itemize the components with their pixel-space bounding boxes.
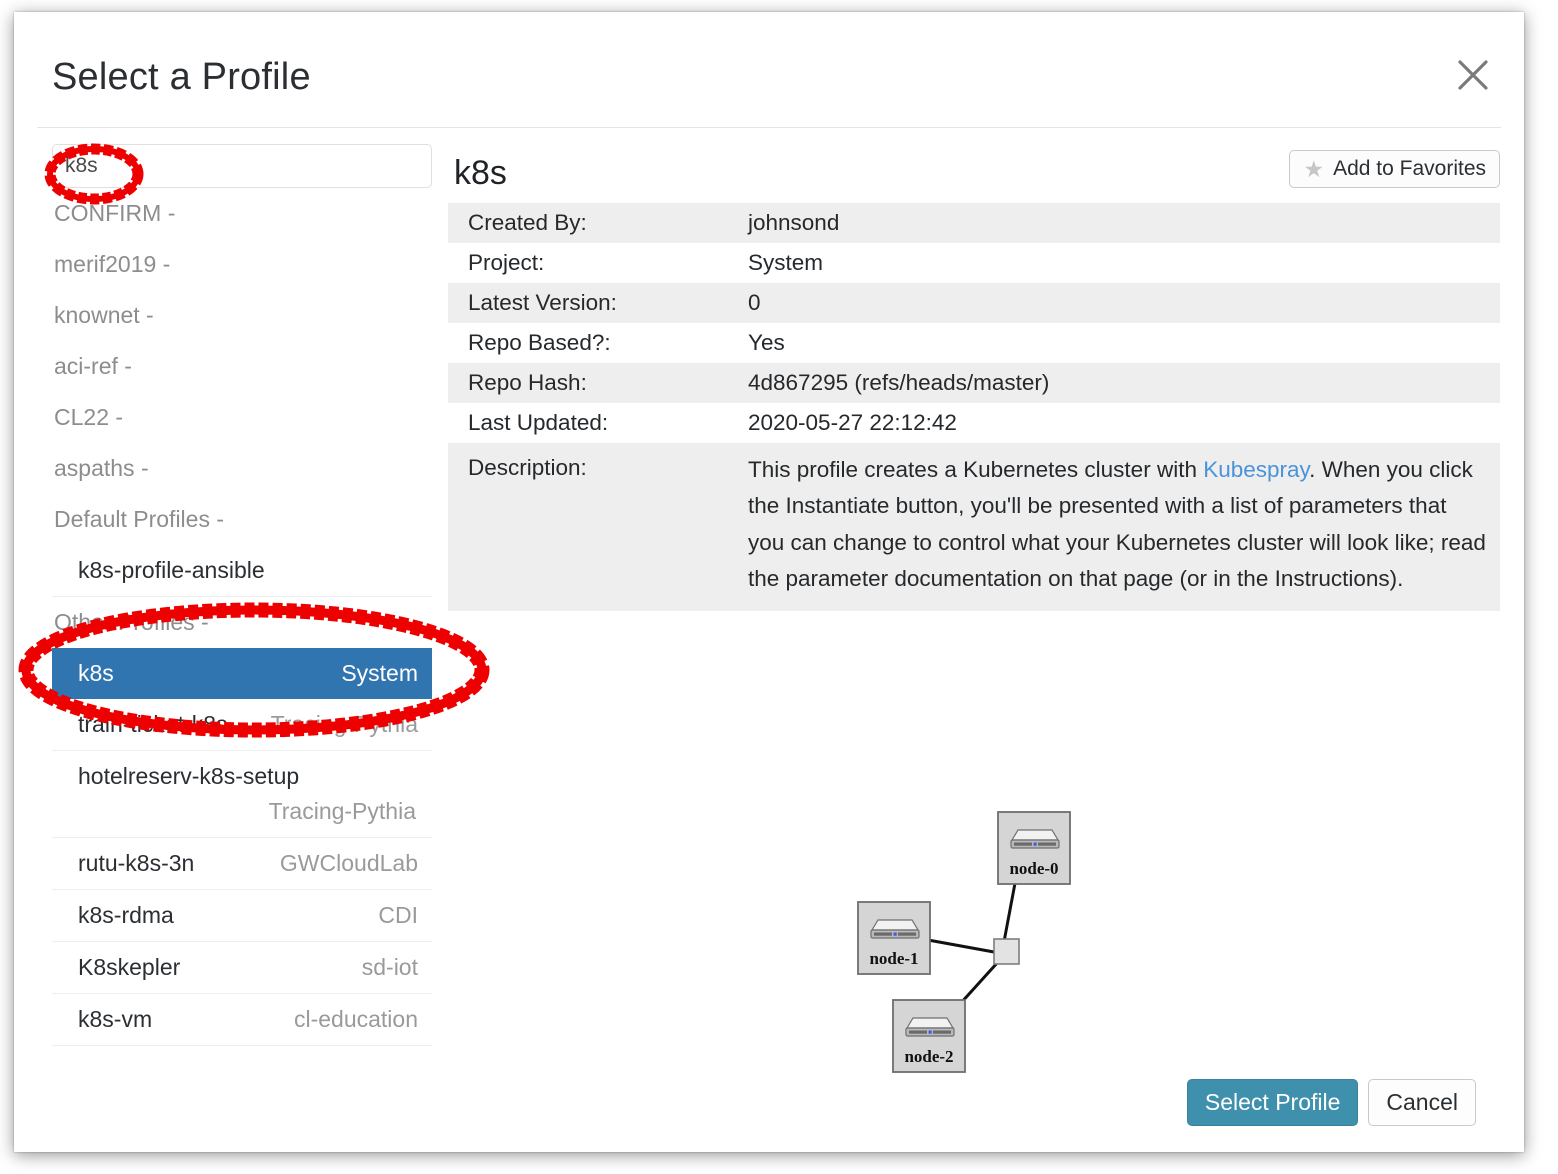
row-key: Description: [448, 442, 748, 612]
add-to-favorites-label: Add to Favorites [1333, 157, 1486, 180]
row-value: 4d867295 (refs/heads/master) [748, 362, 1500, 403]
row-value: 0 [748, 282, 1500, 323]
row-value: 2020-05-27 22:12:42 [748, 402, 1500, 443]
description-part-1: This profile creates a Kubernetes cluste… [748, 456, 1204, 482]
list-item-k8s-vm[interactable]: k8s-vm cl-education [52, 993, 432, 1045]
profile-list-panel: CONFIRM - merif2019 - knownet - aci-ref … [52, 144, 432, 1152]
row-value: System [748, 242, 1500, 283]
svg-text:node-1: node-1 [869, 949, 918, 968]
profile-project: Tracing-Pythia [270, 711, 418, 737]
cancel-button[interactable]: Cancel [1368, 1079, 1476, 1126]
profile-name: k8s-vm [78, 1006, 153, 1032]
row-key: Latest Version: [448, 282, 748, 323]
profile-project: CDI [378, 902, 418, 928]
screenshot-root: Select a Profile CONFIRM - merif2019 - k… [0, 0, 1558, 1174]
profile-detail-panel: ★ Add to Favorites k8s Created By: johns… [448, 142, 1500, 1152]
select-profile-button[interactable]: Select Profile [1186, 1079, 1359, 1126]
profile-project: cl-education [293, 1006, 418, 1032]
page-title: Select a Profile [52, 56, 311, 98]
list-item-rutu-k8s-3n[interactable]: rutu-k8s-3n GWCloudLab [52, 837, 432, 889]
list-item-hotelreserv-k8s-setup[interactable]: hotelreserv-k8s-setup Tracing-Pythia [52, 750, 432, 837]
star-icon: ★ [1303, 155, 1325, 182]
profile-name: k8s [78, 660, 114, 686]
topology-node-1[interactable]: node-1 [857, 901, 931, 975]
profile-groups: CONFIRM - merif2019 - knownet - aci-ref … [52, 188, 432, 1046]
profile-project: GWCloudLab [279, 850, 418, 876]
add-to-favorites-button[interactable]: ★ Add to Favorites [1289, 150, 1500, 188]
row-key: Repo Based?: [448, 322, 748, 363]
profile-name: train-ticket-k8s [78, 711, 228, 737]
group-header-knownet[interactable]: knownet - [52, 290, 432, 341]
dialog-body: CONFIRM - merif2019 - knownet - aci-ref … [14, 128, 1524, 1152]
table-row-repo-hash: Repo Hash: 4d867295 (refs/heads/master) [448, 362, 1500, 403]
table-row-created-by: Created By: johnsond [448, 203, 1500, 243]
table-row-description: Description: This profile creates a Kube… [448, 442, 1500, 612]
list-item-k8s-system[interactable]: k8s System [52, 648, 432, 699]
svg-text:node-0: node-0 [1009, 859, 1058, 878]
svg-text:node-2: node-2 [904, 1047, 953, 1066]
topology-node-2[interactable]: node-2 [892, 999, 966, 1073]
profile-name: hotelreserv-k8s-setup [78, 763, 300, 789]
close-icon[interactable] [1450, 52, 1496, 98]
select-profile-dialog: Select a Profile CONFIRM - merif2019 - k… [14, 12, 1524, 1152]
list-divider-bottom [52, 1045, 432, 1046]
dialog-header: Select a Profile [14, 12, 1524, 128]
list-item-train-ticket-k8s[interactable]: train-ticket-k8s Tracing-Pythia [52, 699, 432, 750]
group-header-merif2019[interactable]: merif2019 - [52, 239, 432, 290]
search-input[interactable] [52, 144, 432, 188]
profile-name: K8skepler [78, 954, 181, 980]
kubespray-link[interactable]: Kubespray [1203, 457, 1309, 482]
row-value: johnsond [748, 203, 1500, 243]
table-row-project: Project: System [448, 242, 1500, 283]
topology-node-0[interactable]: node-0 [997, 811, 1071, 885]
list-item-k8s-profile-ansible[interactable]: k8s-profile-ansible [52, 545, 432, 596]
profile-name: k8s-profile-ansible [78, 557, 265, 583]
table-row-last-updated: Last Updated: 2020-05-27 22:12:42 [448, 402, 1500, 443]
row-key: Project: [448, 242, 748, 283]
profile-name: rutu-k8s-3n [78, 850, 195, 876]
profile-project: System [341, 660, 418, 686]
profile-project: Tracing-Pythia [268, 798, 416, 824]
list-item-k8skepler[interactable]: K8skepler sd-iot [52, 941, 432, 993]
group-header-confirm[interactable]: CONFIRM - [52, 188, 432, 239]
group-header-aspaths[interactable]: aspaths - [52, 443, 432, 494]
row-value: This profile creates a Kubernetes cluste… [748, 442, 1500, 612]
group-header-aci-ref[interactable]: aci-ref - [52, 341, 432, 392]
group-header-cl22[interactable]: CL22 - [52, 392, 432, 443]
lan-node[interactable] [993, 938, 1020, 965]
table-row-latest-version: Latest Version: 0 [448, 282, 1500, 323]
profile-name: k8s-rdma [78, 902, 174, 928]
row-key: Last Updated: [448, 402, 748, 443]
dialog-footer: Select Profile Cancel [1186, 1079, 1476, 1126]
group-header-other-profiles[interactable]: Other Profiles - [52, 597, 432, 648]
row-key: Created By: [448, 203, 748, 243]
description-text: This profile creates a Kubernetes cluste… [748, 452, 1486, 598]
row-value: Yes [748, 322, 1500, 363]
row-key: Repo Hash: [448, 362, 748, 403]
profile-info-table: Created By: johnsond Project: System Lat… [448, 203, 1500, 612]
topology-diagram: node-0 node-1 node-2 [848, 792, 1098, 1092]
profile-project: sd-iot [361, 954, 418, 980]
group-header-default-profiles[interactable]: Default Profiles - [52, 494, 432, 545]
table-row-repo-based: Repo Based?: Yes [448, 322, 1500, 363]
list-item-k8s-rdma[interactable]: k8s-rdma CDI [52, 889, 432, 941]
